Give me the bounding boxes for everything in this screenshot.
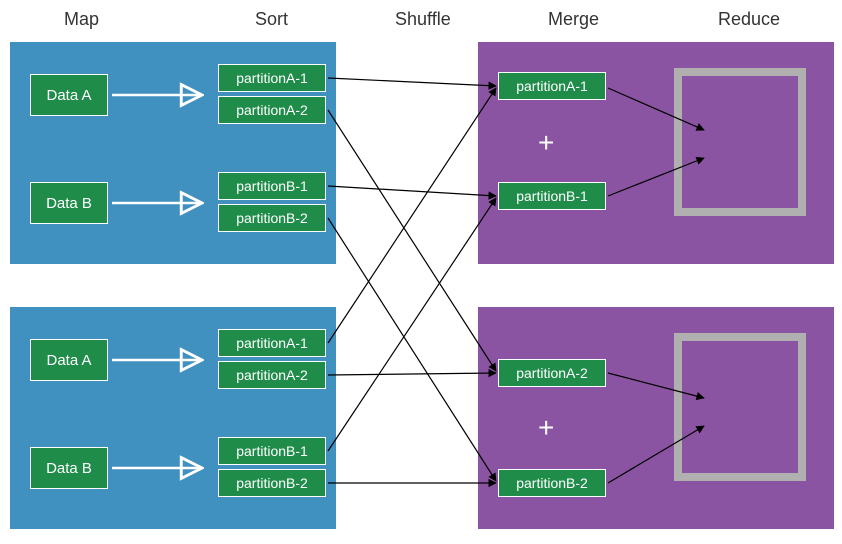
stage-headers: Map Sort Shuffle Merge Reduce — [0, 0, 842, 38]
partition-box: partitionB-1 — [218, 172, 326, 200]
data-block-b1: Data B — [30, 182, 108, 224]
partition-box: partitionB-2 — [218, 204, 326, 232]
data-block-b2: Data B — [30, 447, 108, 489]
map-panel-1: Data A partitionA-1 partitionA-2 Data B … — [10, 42, 336, 264]
data-block-a1: Data A — [30, 74, 108, 116]
shuffle-arrow — [328, 110, 496, 371]
merge-partition: partitionB-2 — [498, 469, 606, 497]
reduce-panel-1: partitionA-1 + partitionB-1 — [478, 42, 834, 264]
shuffle-arrow — [328, 218, 496, 481]
partition-box: partitionA-1 — [218, 64, 326, 92]
shuffle-arrow — [328, 198, 496, 451]
header-merge: Merge — [548, 9, 599, 30]
merge-partition: partitionB-1 — [498, 182, 606, 210]
data-block-a2: Data A — [30, 339, 108, 381]
header-shuffle: Shuffle — [395, 9, 451, 30]
plus-operator: + — [538, 412, 554, 444]
map-panel-2: Data A partitionA-1 partitionA-2 Data B … — [10, 307, 336, 529]
plus-operator: + — [538, 127, 554, 159]
partition-box: partitionA-1 — [218, 329, 326, 357]
shuffle-arrow — [328, 78, 496, 86]
header-sort: Sort — [255, 9, 288, 30]
shuffle-arrow — [328, 373, 496, 375]
partition-box: partitionB-1 — [218, 437, 326, 465]
reduce-result — [674, 333, 806, 481]
partition-box: partitionA-2 — [218, 96, 326, 124]
reduce-panel-2: partitionA-2 + partitionB-2 — [478, 307, 834, 529]
merge-partition: partitionA-2 — [498, 359, 606, 387]
shuffle-arrow — [328, 88, 496, 343]
reduce-result — [674, 68, 806, 216]
merge-partition: partitionA-1 — [498, 72, 606, 100]
partition-box: partitionB-2 — [218, 469, 326, 497]
partition-box: partitionA-2 — [218, 361, 326, 389]
header-map: Map — [64, 9, 99, 30]
header-reduce: Reduce — [718, 9, 780, 30]
shuffle-arrow — [328, 186, 496, 196]
